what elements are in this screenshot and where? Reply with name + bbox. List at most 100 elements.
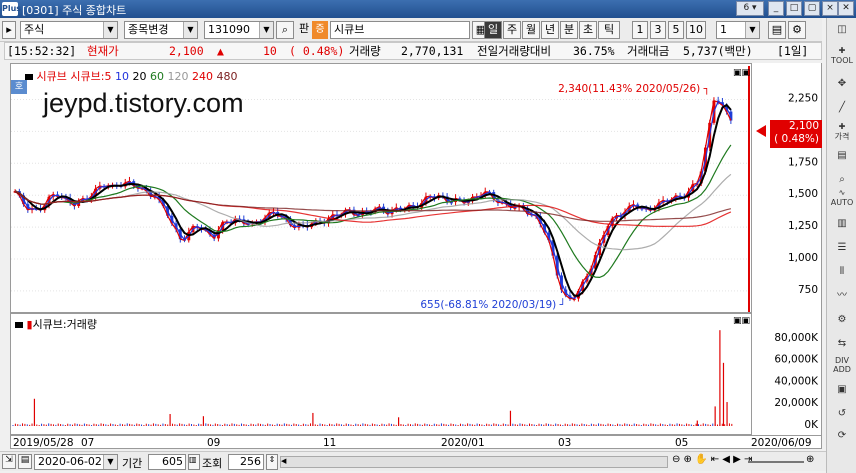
y-axis: 7501,0001,2501,5001,7502,0002,2500K20,00… [774,93,819,431]
volume-tick-label: 60,000K [774,354,819,366]
price-pointer-icon [756,125,766,137]
period-second-button[interactable]: 초 [579,21,597,39]
price-tool-icon[interactable]: ✚ 가격 [830,122,854,142]
price-change-pct: ( 0.48%) [289,44,345,58]
spinner-icon[interactable]: ⇕ [266,454,278,470]
page-number-button[interactable]: 6 ▾ [736,1,764,16]
candle-icon[interactable]: ⫴ [830,262,854,282]
market-select[interactable]: 주식 ▼ [20,21,118,39]
close-window-icon[interactable]: ✕ [838,1,854,16]
pin-icon[interactable]: ▸ [2,21,16,39]
prev-volume-ratio: 36.75% [573,44,615,58]
expand-icon[interactable]: ⇲ [2,454,16,469]
save-chart-icon[interactable]: ▣ [830,380,854,400]
volume-legend-label: 시큐브:거래량 [32,318,97,331]
document-icon[interactable]: ▤ [830,146,854,166]
trade-amount-label: 거래대금 [627,44,670,58]
search-icon[interactable]: ⌕ [276,21,294,39]
calendar-icon[interactable]: ▤ [18,454,32,469]
refresh-icon[interactable]: ⟳ [830,426,854,446]
period-label: 기간 [122,457,143,470]
stock-change-select[interactable]: 종목변경 ▼ [124,21,198,39]
up-arrow-icon: ▲ [217,44,224,58]
period-day-button[interactable]: 일 [484,21,502,39]
minimize-button[interactable]: _ [768,1,784,16]
tool-icon[interactable]: ✚ TOOL [830,46,854,66]
y-axis-strip: 7501,0001,2501,5001,7502,0002,2500K20,00… [752,63,822,435]
interval-input[interactable]: 1 ▼ [716,21,760,39]
volume-tick-label: 0K [804,419,819,431]
legend-item: 480 [216,70,238,83]
x-axis-ticks: 2019/05/28 07 09 11 2020/01 03 05 2020/06/09 [13,437,812,448]
bottom-bar: ⇲ ▤ 2020-06-02 ▼ 기간 605 ▥ 조회 256 ⇕ ◀ ⊖ ⊕ … [0,451,826,471]
legend-item: 60 [149,70,164,83]
x-tick-label: 09 [207,437,220,448]
view-count-input[interactable]: 256 [228,454,264,470]
compare-icon[interactable]: ⇆ [830,334,854,354]
period-input[interactable]: 605 [148,454,186,470]
zoom-in-icon[interactable]: ⊕ [806,454,814,465]
low-annotation: 655(-68.81% 2020/03/19) ┘ [420,298,566,311]
volume-value: 2,770,131 [401,44,464,58]
quote-bar: [15:52:32] 현재가 2,100 ▲ 10 ( 0.48%) 거래량 2… [4,42,822,60]
volume-tick-label: 40,000K [774,375,819,387]
maximize-button[interactable]: □ [786,1,802,16]
toolbar: ▸ 주식 ▼ 종목변경 ▼ 131090 ▼ ⌕ 판 증 시큐브 ▦ 일 주 월 년 … [0,18,822,42]
line-tool-icon[interactable]: ╱ [830,98,854,118]
period-week-button[interactable]: 주 [503,21,521,39]
trend-icon[interactable]: 〰 [830,286,854,306]
quote-badge[interactable]: 호 [11,80,27,94]
pan-label: 판 [298,22,310,35]
ma-line-20 [14,103,732,297]
app-logo: Plus [2,2,21,16]
chevron-down-icon: ▼ [259,22,273,38]
panel-minmax-icon[interactable]: ▣▣ [733,68,750,78]
volume-chart-panel[interactable]: ▮시큐브:거래량 ▣▣ [10,313,752,435]
list-icon[interactable]: ☰ [830,238,854,258]
title-bar: Plus [0301] 주식 종합차트 6 ▾ _ □ ▢ × ✕ [0,0,856,18]
ma-line-5 [14,99,732,300]
interval-1-button[interactable]: 1 [632,21,648,39]
legend-item: 240 [191,70,213,83]
legend-flag-icon [15,322,23,328]
price-chart-panel[interactable]: 2,340(11.43% 2020/05/26) ┐ 655(-68.81% 20… [10,63,752,313]
legend-item: 시큐브:5 [70,70,112,83]
bar-chart-icon[interactable]: ▥ [830,214,854,234]
legend-item: 10 [114,70,129,83]
stock-badge: 증 [312,21,328,39]
period-month-button[interactable]: 월 [522,21,540,39]
auto-icon[interactable]: ∿ AUTO [830,188,854,208]
panel-minmax-icon[interactable]: ▣▣ [733,316,750,326]
zoom-controls[interactable]: ⊖ ⊕ ✋ ⇤ ◀ ▶ ⇥ [672,454,752,465]
interval-3-button[interactable]: 3 [650,21,666,39]
scroll-left-icon[interactable]: ◀ [281,457,291,467]
undo-icon[interactable]: ↺ [830,404,854,424]
chart-icon[interactable]: ▥ [188,454,200,470]
save-icon[interactable]: ▤ [768,21,786,39]
x-axis: 2019/05/28 07 09 11 2020/01 03 05 2020/06/09 [10,435,822,449]
close-button[interactable]: × [822,1,838,16]
divide-icon[interactable]: DIV ADD [830,356,854,376]
period-year-button[interactable]: 년 [541,21,559,39]
y-tick-label: 1,250 [788,220,818,232]
period-tag: [1일] [777,44,809,58]
volume-chart[interactable] [11,314,751,434]
stock-name-field[interactable]: 시큐브 [330,21,470,39]
expand-arrows-icon[interactable]: ✥ [830,74,854,94]
period-minute-button[interactable]: 분 [560,21,578,39]
watermark: jeypd.tistory.com [43,88,244,118]
interval-10-button[interactable]: 10 [686,21,706,39]
zoom-slider[interactable] [748,461,804,463]
stock-code-input[interactable]: 131090 ▼ [204,21,274,39]
y-tick-label: 750 [798,284,818,296]
collapse-icon[interactable]: ◫ [830,20,854,40]
x-tick-label: 11 [323,437,336,448]
restore-button[interactable]: ▢ [804,1,820,16]
period-tick-button[interactable]: 틱 [598,21,620,39]
horizontal-scrollbar[interactable]: ◀ [280,456,668,468]
interval-5-button[interactable]: 5 [668,21,684,39]
gear-icon[interactable]: ⚙ [788,21,806,39]
gear-tool-icon[interactable]: ⚙ [830,310,854,330]
date-input[interactable]: 2020-06-02 ▼ [34,454,118,470]
search-chart-icon[interactable]: ⌕ [830,170,854,190]
